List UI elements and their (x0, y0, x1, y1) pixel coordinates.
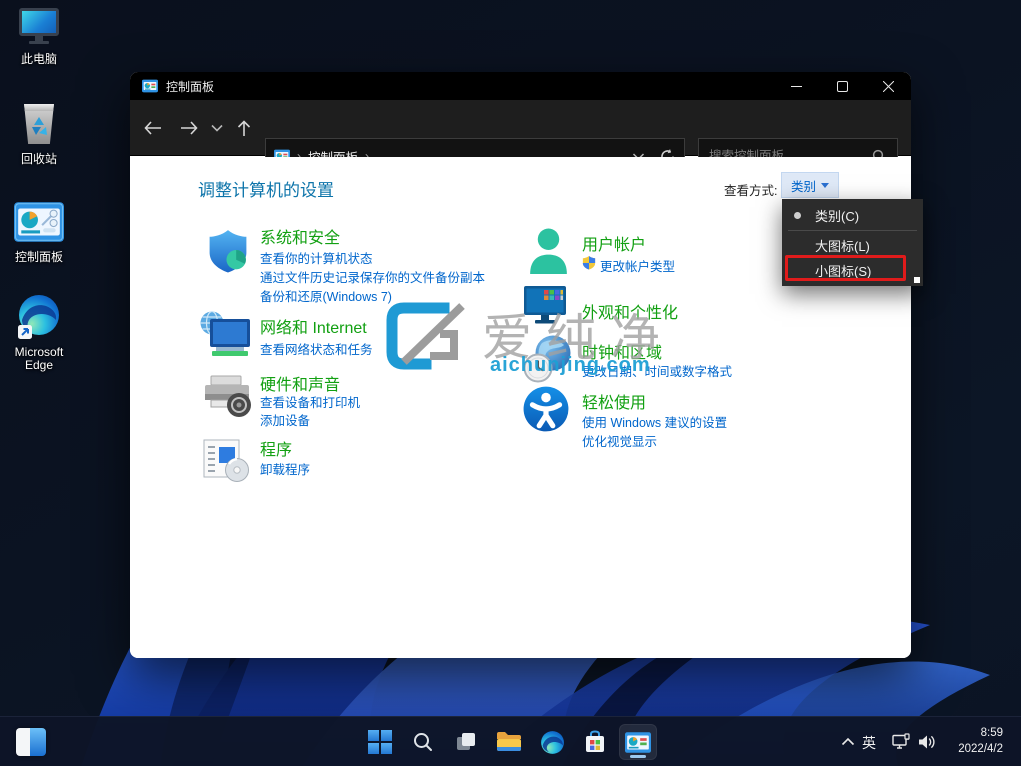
desktop-icon-recycle-bin[interactable]: 回收站 (2, 104, 76, 166)
view-by-menu: 类别(C) 大图标(L) 小图标(S) (782, 199, 923, 286)
start-button[interactable] (362, 724, 398, 760)
view-by-dropdown[interactable]: 类别 (781, 172, 839, 198)
category-system-security[interactable]: 系统和安全 (260, 224, 340, 248)
taskbar-search-button[interactable] (405, 724, 441, 760)
view-by-value: 类别 (791, 176, 816, 195)
selected-radio-dot-icon (794, 212, 801, 219)
task-view-button[interactable] (448, 724, 484, 760)
active-app-indicator (630, 755, 646, 758)
clock-date: 2022/4/2 (958, 741, 1003, 757)
category-appearance[interactable]: 外观和个性化 (582, 299, 678, 323)
microsoft-store-icon (583, 730, 607, 754)
back-icon[interactable] (142, 118, 164, 138)
desktop-icon-label: Microsoft Edge (2, 346, 76, 372)
appearance-personalization-icon[interactable] (522, 284, 571, 332)
file-explorer-icon (496, 730, 522, 754)
network-icon[interactable] (891, 733, 911, 751)
system-security-icon[interactable] (204, 227, 252, 279)
maximize-button[interactable] (819, 72, 865, 100)
forward-icon[interactable] (178, 118, 200, 138)
window-control-panel-icon (142, 79, 158, 93)
link-file-history-backup[interactable]: 通过文件历史记录保存你的文件备份副本 (260, 267, 485, 286)
up-icon[interactable] (234, 118, 254, 138)
link-add-device[interactable]: 添加设备 (260, 410, 310, 429)
edge-icon (540, 730, 565, 755)
category-clock-region[interactable]: 时钟和区域 (582, 339, 662, 363)
clock-region-icon[interactable] (522, 333, 573, 389)
window-titlebar: 控制面板 (130, 72, 911, 100)
category-programs[interactable]: 程序 (260, 436, 292, 460)
search-icon (412, 731, 434, 753)
taskbar-clock[interactable]: 8:59 2022/4/2 (958, 725, 1003, 757)
control-panel-icon (14, 202, 64, 247)
menu-separator (788, 230, 917, 231)
category-ease-of-access[interactable]: 轻松使用 (582, 389, 646, 413)
link-change-account-type[interactable]: 更改帐户类型 (600, 256, 675, 275)
desktop-icon-control-panel[interactable]: 控制面板 (2, 202, 76, 264)
tray-chevron-up-icon[interactable] (840, 736, 856, 747)
desktop-icon-label: 此电脑 (2, 53, 76, 66)
file-explorer-button[interactable] (491, 724, 527, 760)
link-network-status[interactable]: 查看网络状态和任务 (260, 339, 373, 358)
link-backup-restore-win7[interactable]: 备份和还原(Windows 7) (260, 286, 392, 305)
task-view-icon (454, 730, 478, 754)
annotation-highlight-box (785, 255, 906, 281)
taskbar: 英 8:59 2022/4/2 (0, 716, 1021, 766)
desktop-icon-label: 控制面板 (2, 251, 76, 264)
recycle-bin-icon (22, 104, 56, 144)
link-computer-status[interactable]: 查看你的计算机状态 (260, 248, 373, 267)
programs-icon[interactable] (202, 438, 250, 488)
volume-icon[interactable] (917, 733, 937, 751)
menu-item-category[interactable]: 类别(C) (782, 203, 923, 228)
network-internet-icon[interactable] (198, 310, 253, 364)
clock-time: 8:59 (958, 725, 1003, 741)
desktop-icon-label: 回收站 (2, 153, 76, 166)
ease-of-access-icon[interactable] (522, 385, 570, 438)
edge-icon (16, 294, 62, 340)
windows-start-icon (368, 730, 392, 754)
this-pc-icon (19, 8, 59, 44)
recent-pages-chevron-icon[interactable] (210, 123, 224, 133)
window-title: 控制面板 (166, 78, 214, 95)
category-user-accounts[interactable]: 用户帐户 (582, 231, 646, 255)
category-network-internet[interactable]: 网络和 Internet (260, 314, 367, 338)
desktop-icon-edge[interactable]: Microsoft Edge (2, 294, 76, 372)
navigation-toolbar: › 控制面板 › (130, 100, 911, 156)
edge-taskbar-button[interactable] (534, 724, 570, 760)
widgets-button[interactable] (16, 728, 46, 756)
hardware-sound-icon[interactable] (202, 374, 253, 425)
page-heading: 调整计算机的设置 (198, 176, 334, 201)
widgets-icon (16, 728, 30, 756)
minimize-button[interactable] (773, 72, 819, 100)
link-uninstall-program[interactable]: 卸载程序 (260, 459, 310, 478)
control-panel-taskbar-button[interactable] (619, 724, 657, 760)
uac-shield-icon (582, 255, 596, 275)
user-accounts-icon[interactable] (526, 227, 571, 281)
link-optimize-visual-display[interactable]: 优化视觉显示 (582, 431, 657, 450)
store-button[interactable] (577, 724, 613, 760)
view-by-label: 查看方式: (724, 180, 777, 199)
language-indicator[interactable]: 英 (862, 733, 876, 753)
link-devices-printers[interactable]: 查看设备和打印机 (260, 392, 360, 411)
control-panel-icon (625, 732, 651, 753)
close-button[interactable] (865, 72, 911, 100)
menu-resize-artifact (914, 277, 920, 283)
link-suggested-settings[interactable]: 使用 Windows 建议的设置 (582, 412, 727, 431)
desktop-icon-this-pc[interactable]: 此电脑 (2, 8, 76, 66)
control-panel-window: 控制面板 (130, 72, 911, 658)
link-change-date-time-format[interactable]: 更改日期、时间或数字格式 (582, 361, 732, 380)
chevron-down-icon (821, 183, 829, 188)
